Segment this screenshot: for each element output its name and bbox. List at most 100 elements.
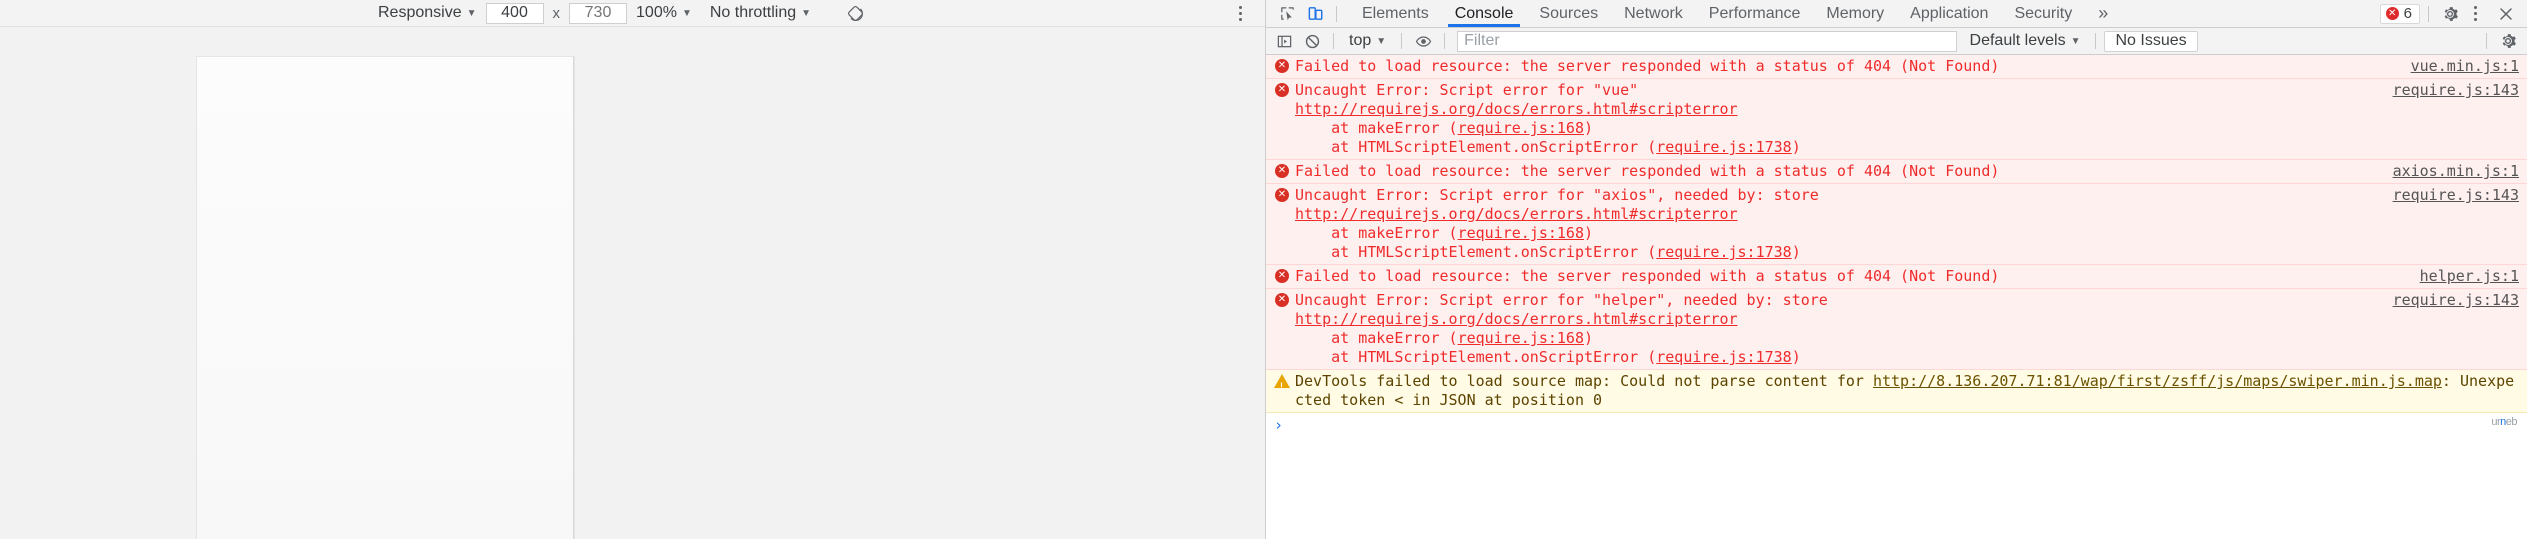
tabbar-divider <box>2428 5 2429 22</box>
stack-frame-prefix: at HTMLScriptElement.onScriptError ( <box>1295 138 1657 156</box>
tab-security[interactable]: Security <box>2001 0 2085 27</box>
stack-frame: at HTMLScriptElement.onScriptError (requ… <box>1295 243 2379 262</box>
console-toolbar-divider <box>1401 33 1403 49</box>
devtools-window: Responsive ▼ x 100% ▼ No throttling ▼ <box>0 0 2527 539</box>
more-tabs-icon[interactable]: » <box>2085 0 2121 27</box>
tab-performance[interactable]: Performance <box>1696 0 1814 27</box>
message-headline: Uncaught Error: Script error for "axios"… <box>1295 186 1819 204</box>
error-icon: ✕ <box>1272 186 1292 202</box>
error-doc-link[interactable]: http://requirejs.org/docs/errors.html#sc… <box>1295 310 2379 329</box>
console-message-row[interactable]: ✕ Uncaught Error: Script error for "axio… <box>1266 184 2527 265</box>
tab-network[interactable]: Network <box>1611 0 1696 27</box>
warning-icon <box>1272 372 1292 396</box>
tabbar-left-icons <box>1266 0 1349 27</box>
stack-frame-suffix: ) <box>1584 224 1594 242</box>
warning-prefix: DevTools failed to load source map: Coul… <box>1295 372 1873 390</box>
console-message-source-link[interactable]: axios.min.js:1 <box>2379 162 2519 181</box>
console-message-source-link[interactable]: require.js:143 <box>2379 186 2519 205</box>
console-warning-text: DevTools failed to load source map: Coul… <box>1292 372 2519 410</box>
console-message-row[interactable]: ✕ Uncaught Error: Script error for "vue"… <box>1266 79 2527 160</box>
stack-frame-suffix: ) <box>1791 348 1801 366</box>
device-toolbar-kebab-menu-icon[interactable] <box>1229 2 1251 24</box>
console-message-row[interactable]: ✕ Uncaught Error: Script error for "help… <box>1266 289 2527 370</box>
tab-elements[interactable]: Elements <box>1349 0 1442 27</box>
console-message-row[interactable]: ✕ Failed to load resource: the server re… <box>1266 265 2527 289</box>
devtools-main-menu-kebab-icon[interactable] <box>2465 2 2491 26</box>
issues-button[interactable]: No Issues <box>2104 30 2198 52</box>
clear-console-icon[interactable] <box>1299 30 1325 52</box>
console-message-source-link[interactable]: vue.min.js:1 <box>2397 57 2519 76</box>
stack-frame-link[interactable]: require.js:1738 <box>1656 348 1791 366</box>
tab-memory[interactable]: Memory <box>1813 0 1897 27</box>
kebab-dot <box>2473 18 2477 21</box>
stack-frame: at HTMLScriptElement.onScriptError (requ… <box>1295 348 2379 367</box>
tab-sources[interactable]: Sources <box>1526 0 1611 27</box>
emulated-page-frame[interactable] <box>197 57 574 539</box>
panel-tabs: Elements Console Sources Network Perform… <box>1349 0 2380 27</box>
console-message-text: Failed to load resource: the server resp… <box>1295 57 2000 75</box>
gear-icon[interactable] <box>2437 2 2463 26</box>
console-sidebar-icon[interactable] <box>1271 30 1297 52</box>
error-count-badge[interactable]: ✕ 6 <box>2379 3 2420 24</box>
zoom-dropdown[interactable]: 100% ▼ <box>627 3 701 24</box>
error-count-label: 6 <box>2403 5 2412 22</box>
stack-frame-prefix: at makeError ( <box>1295 329 1458 347</box>
error-icon: ✕ <box>1272 291 1292 307</box>
source-map-url-link[interactable]: http://8.136.207.71:81/wap/first/zsff/js… <box>1873 372 2442 390</box>
console-message-source-link[interactable]: helper.js:1 <box>2406 267 2519 286</box>
execution-context-label: top <box>1349 32 1372 49</box>
chevron-down-icon: ▼ <box>1376 35 1387 47</box>
console-filter-input[interactable] <box>1457 30 1957 52</box>
devtools-tabbar: Elements Console Sources Network Perform… <box>1266 0 2527 28</box>
viewport-width-input[interactable] <box>485 2 544 24</box>
console-settings-gear-icon[interactable] <box>2495 30 2521 52</box>
console-prompt[interactable]: › urneb <box>1266 413 2527 437</box>
inspect-element-icon[interactable] <box>1274 2 1300 26</box>
device-preset-label: Responsive <box>378 4 462 21</box>
tab-label: Security <box>2014 4 2073 22</box>
stack-frame-link[interactable]: require.js:1738 <box>1656 138 1791 156</box>
stack-frame: at makeError (require.js:168) <box>1295 119 2379 138</box>
stack-frame-prefix: at HTMLScriptElement.onScriptError ( <box>1295 243 1657 261</box>
stack-frame-link[interactable]: require.js:168 <box>1458 329 1584 347</box>
console-message-row[interactable]: ✕ Failed to load resource: the server re… <box>1266 55 2527 79</box>
console-toolbar-divider <box>1444 33 1446 49</box>
log-levels-dropdown[interactable]: Default levels ▼ <box>1963 30 2088 52</box>
error-doc-link[interactable]: http://requirejs.org/docs/errors.html#sc… <box>1295 205 2379 224</box>
error-icon: ✕ <box>1272 81 1292 97</box>
error-icon: ✕ <box>2385 7 2399 20</box>
console-warning-row[interactable]: DevTools failed to load source map: Coul… <box>1266 370 2527 413</box>
stack-frame: at makeError (require.js:168) <box>1295 329 2379 348</box>
close-icon[interactable] <box>2493 2 2519 26</box>
eye-icon[interactable] <box>1410 30 1436 52</box>
console-message-row[interactable]: ✕ Failed to load resource: the server re… <box>1266 160 2527 184</box>
kebab-menu-icon <box>2465 3 2485 25</box>
rotate-device-icon[interactable] <box>842 3 868 24</box>
kebab-dot <box>2473 6 2477 9</box>
tab-console[interactable]: Console <box>1442 0 1527 27</box>
emulated-viewport-area[interactable] <box>0 27 1265 539</box>
console-message-list[interactable]: ✕ Failed to load resource: the server re… <box>1266 55 2527 539</box>
tab-application[interactable]: Application <box>1897 0 2001 27</box>
error-doc-link[interactable]: http://requirejs.org/docs/errors.html#sc… <box>1295 100 2379 119</box>
stack-frame-link[interactable]: require.js:168 <box>1458 119 1584 137</box>
more-tabs-label: » <box>2098 3 2109 23</box>
viewport-height-input[interactable] <box>569 2 628 24</box>
chevron-down-icon: ▼ <box>466 7 477 19</box>
chevron-down-icon: ▼ <box>2070 35 2081 47</box>
console-message-source-link[interactable]: require.js:143 <box>2379 81 2519 100</box>
console-message-source-link[interactable]: require.js:143 <box>2379 291 2519 310</box>
tabbar-divider <box>1336 5 1337 22</box>
execution-context-dropdown[interactable]: top ▼ <box>1342 30 1393 52</box>
kebab-dot <box>1238 11 1242 15</box>
kebab-dot <box>1238 17 1242 21</box>
console-message-text: Uncaught Error: Script error for "vue" ht… <box>1292 81 2379 157</box>
throttling-dropdown[interactable]: No throttling ▼ <box>701 3 820 24</box>
toggle-device-toolbar-icon[interactable] <box>1302 2 1328 26</box>
chevron-down-icon: ▼ <box>681 7 692 19</box>
stack-frame-link[interactable]: require.js:1738 <box>1656 243 1791 261</box>
device-preset-dropdown[interactable]: Responsive ▼ <box>369 3 486 24</box>
device-emulation-pane: Responsive ▼ x 100% ▼ No throttling ▼ <box>0 0 1265 539</box>
stack-frame-link[interactable]: require.js:168 <box>1458 224 1584 242</box>
emulated-page-content <box>197 57 574 539</box>
